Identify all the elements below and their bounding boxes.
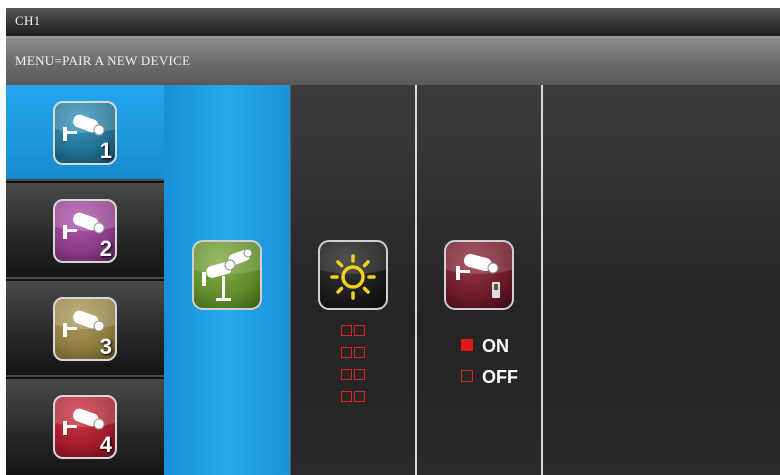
channel-3-item[interactable]: 3 — [6, 281, 164, 377]
channel-number: 2 — [99, 236, 112, 261]
title-bar: CH1 — [6, 8, 780, 38]
add-cameras-icon — [194, 242, 260, 301]
empty-panel — [541, 85, 780, 475]
camera-power-button[interactable] — [444, 240, 514, 310]
level-box — [354, 369, 365, 380]
channel-number: 3 — [99, 334, 112, 359]
level-box — [341, 347, 352, 358]
channel-number: 4 — [99, 432, 112, 457]
brightness-column — [290, 85, 415, 475]
level-box — [341, 325, 352, 336]
level-box — [354, 325, 365, 336]
sun-icon — [320, 242, 386, 300]
channel-1-item[interactable]: 1 — [6, 85, 164, 181]
on-label: ON — [482, 336, 509, 356]
pair-device-button[interactable] — [192, 240, 262, 310]
on-indicator — [461, 339, 473, 351]
level-box — [354, 347, 365, 358]
monitor-screen: CH1 MENU=PAIR A NEW DEVICE 1 2 3 4 ON OF… — [6, 8, 780, 475]
power-on-option[interactable]: ON — [461, 335, 509, 357]
brightness-button[interactable] — [318, 240, 388, 310]
channel-list: 1 2 3 4 — [6, 85, 164, 475]
level-box — [354, 391, 365, 402]
camera-icon: 3 — [53, 297, 117, 361]
level-box — [341, 369, 352, 380]
level-box — [341, 391, 352, 402]
power-off-option[interactable]: OFF — [461, 366, 518, 388]
brightness-level-indicator — [341, 325, 374, 413]
camera-switch-icon — [446, 242, 512, 298]
menu-hint: MENU=PAIR A NEW DEVICE — [15, 53, 191, 68]
camera-icon: 1 — [53, 101, 117, 165]
camera-icon: 2 — [53, 199, 117, 263]
channel-title: CH1 — [15, 13, 41, 28]
menu-bar: MENU=PAIR A NEW DEVICE — [6, 38, 780, 85]
channel-number: 1 — [99, 138, 112, 163]
camera-power-column: ON OFF — [415, 85, 541, 475]
camera-icon: 4 — [53, 395, 117, 459]
channel-4-item[interactable]: 4 — [6, 379, 164, 475]
channel-2-item[interactable]: 2 — [6, 183, 164, 279]
pair-device-column — [164, 85, 290, 475]
off-indicator — [461, 370, 473, 382]
off-label: OFF — [482, 367, 518, 387]
